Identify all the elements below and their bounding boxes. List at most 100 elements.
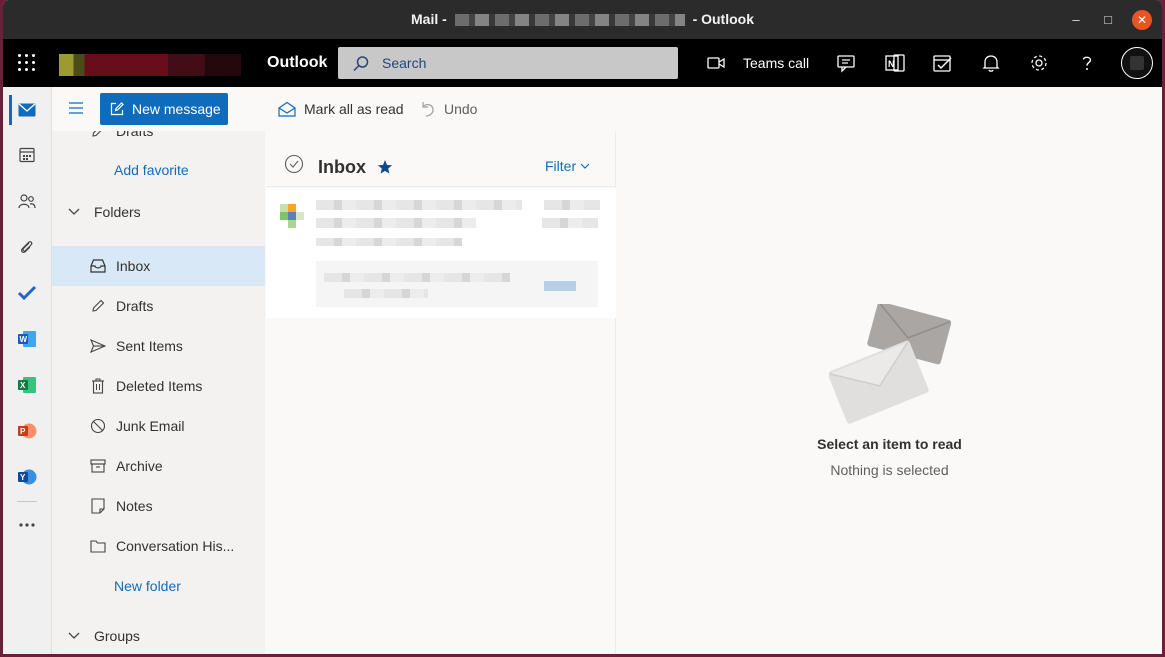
note-icon (90, 498, 106, 514)
mark-all-read-label: Mark all as read (304, 101, 404, 117)
chevron-down-icon (580, 163, 590, 169)
svg-text:X: X (20, 381, 26, 390)
attachment-icon[interactable] (15, 235, 39, 259)
redacted-subject (316, 218, 476, 228)
yammer-icon[interactable]: Y (15, 465, 39, 489)
send-icon (90, 338, 106, 354)
compose-icon (110, 102, 124, 116)
redacted-time (542, 218, 598, 228)
redacted-preview-line (344, 289, 428, 298)
svg-text:W: W (20, 335, 28, 344)
favorite-star-icon[interactable] (377, 159, 393, 175)
search-icon (353, 56, 369, 72)
folder-junk-email[interactable]: Junk Email (52, 406, 265, 446)
message-list: Inbox Filter (266, 131, 616, 654)
video-camera-icon (707, 57, 725, 69)
teams-call-button[interactable]: Teams call (707, 52, 809, 74)
folder-label: Deleted Items (116, 378, 203, 394)
favorites-drafts-item[interactable]: Drafts (52, 131, 265, 151)
pencil-icon (90, 131, 106, 139)
todo-icon[interactable] (15, 281, 39, 305)
envelopes-illustration-icon (829, 304, 951, 424)
bell-icon[interactable] (979, 51, 1003, 75)
more-apps-icon[interactable] (15, 513, 39, 537)
message-item[interactable] (266, 188, 616, 318)
chat-icon[interactable] (835, 51, 859, 75)
excel-icon[interactable]: X (15, 373, 39, 397)
mail-icon[interactable] (15, 98, 39, 122)
folders-heading[interactable]: Folders (68, 204, 141, 220)
pencil-icon (90, 298, 106, 314)
window-title: Mail - - Outlook (3, 0, 1162, 39)
folder-label: Drafts (116, 298, 154, 314)
svg-text:Y: Y (20, 473, 26, 482)
new-folder-link[interactable]: New folder (114, 578, 181, 594)
app-name[interactable]: Outlook (267, 54, 327, 72)
powerpoint-icon[interactable]: P (15, 419, 39, 443)
groups-heading-label: Groups (94, 628, 140, 644)
message-list-title: Inbox (318, 157, 366, 177)
maximize-button[interactable]: □ (1098, 10, 1118, 30)
favorites-drafts-label: Drafts (116, 131, 154, 139)
reading-pane: Select an item to read Nothing is select… (617, 131, 1162, 654)
onenote-feed-icon[interactable]: N (883, 51, 907, 75)
groups-heading[interactable]: Groups (68, 628, 140, 644)
svg-text:P: P (20, 427, 26, 436)
blocked-icon (90, 418, 106, 434)
redacted-preview (316, 238, 462, 246)
title-bar: Mail - - Outlook – □ ✕ (3, 0, 1162, 39)
empty-state-title: Select an item to read (817, 436, 962, 452)
search-box[interactable] (338, 47, 678, 79)
new-message-label: New message (132, 101, 221, 117)
app-launcher-icon[interactable] (17, 53, 37, 73)
search-input[interactable] (382, 47, 662, 79)
filter-button[interactable]: Filter (545, 158, 590, 174)
new-message-button[interactable]: New message (100, 93, 228, 125)
archive-icon (90, 458, 106, 474)
app-rail: W X P Y (3, 87, 52, 654)
teams-call-label: Teams call (743, 55, 810, 71)
folder-label: Junk Email (116, 418, 185, 434)
redacted-preview-line (324, 273, 510, 282)
folder-label: Conversation His... (116, 538, 235, 554)
minimize-button[interactable]: – (1066, 10, 1086, 30)
select-all-checkbox-icon[interactable] (284, 154, 304, 174)
window-title-suffix: - Outlook (692, 11, 754, 27)
folder-sent-items[interactable]: Sent Items (52, 326, 265, 366)
folder-label: Sent Items (116, 338, 183, 354)
svg-text:N: N (888, 59, 895, 69)
folder-notes[interactable]: Notes (52, 486, 265, 526)
folder-archive[interactable]: Archive (52, 446, 265, 486)
word-icon[interactable]: W (15, 327, 39, 351)
close-button[interactable]: ✕ (1132, 10, 1152, 30)
help-icon[interactable] (1075, 51, 1099, 75)
folder-pane: Drafts Add favorite Folders Inbox Drafts… (52, 131, 265, 654)
add-favorite-link[interactable]: Add favorite (114, 162, 189, 178)
account-avatar[interactable] (1121, 47, 1153, 79)
redacted-date (544, 200, 600, 210)
message-list-header: Inbox Filter (266, 131, 616, 187)
message-preview-box (316, 261, 598, 307)
redacted-tag (544, 281, 576, 291)
undo-button[interactable]: Undo (420, 99, 477, 119)
sender-avatar (280, 204, 304, 228)
calendar-icon[interactable] (15, 143, 39, 167)
redacted-org-logo[interactable] (59, 54, 241, 76)
folder-conversation-history[interactable]: Conversation His... (52, 526, 265, 566)
folder-inbox[interactable]: Inbox (52, 246, 265, 286)
hamburger-menu-icon[interactable] (68, 101, 84, 115)
folder-deleted-items[interactable]: Deleted Items (52, 366, 265, 406)
folder-drafts[interactable]: Drafts (52, 286, 265, 326)
trash-icon (90, 378, 106, 394)
gear-icon[interactable] (1027, 51, 1051, 75)
rail-active-indicator (9, 95, 12, 125)
my-day-icon[interactable] (931, 51, 955, 75)
folders-heading-label: Folders (94, 204, 141, 220)
folder-label: Inbox (116, 258, 151, 274)
mark-all-read-button[interactable]: Mark all as read (278, 99, 404, 119)
undo-icon (422, 102, 434, 117)
command-bar: New message Mark all as read Undo (52, 87, 1162, 131)
people-icon[interactable] (15, 189, 39, 213)
window-title-prefix: Mail - (411, 11, 447, 27)
redacted-account-name (454, 14, 685, 27)
